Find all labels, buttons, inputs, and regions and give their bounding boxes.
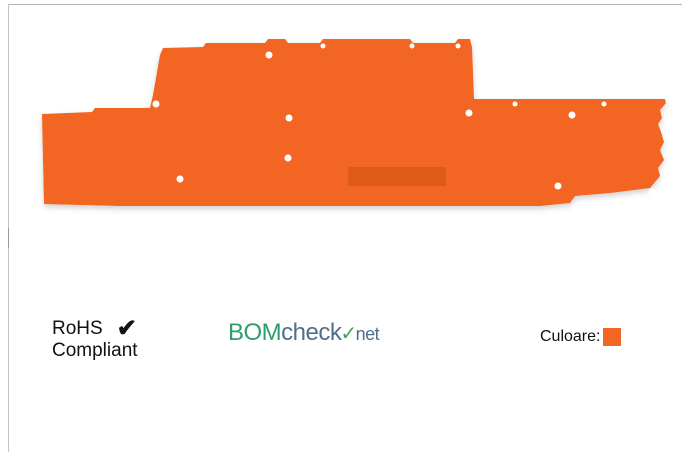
- checkmark-icon: ✔: [116, 315, 137, 342]
- rohs-compliant-badge: RoHS ✔ Compliant: [52, 315, 138, 362]
- color-swatch: [603, 328, 622, 346]
- end-plate-product-image: [42, 39, 666, 206]
- compliant-label: Compliant: [52, 340, 138, 361]
- rohs-label: RoHS: [52, 318, 103, 339]
- color-indicator: Culoare:: [540, 328, 622, 346]
- checkmark-icon: ✓: [340, 323, 357, 345]
- color-label: Culoare:: [540, 328, 601, 345]
- bomcheck-logo-net: net: [355, 324, 380, 344]
- product-engraving-area: [348, 167, 446, 186]
- frame-left-accent: [8, 228, 9, 248]
- bomcheck-logo-check: check: [281, 319, 342, 346]
- bomcheck-logo-bom: BOM: [228, 319, 282, 346]
- bomcheck-logo[interactable]: BOM check ✓ net: [228, 318, 380, 349]
